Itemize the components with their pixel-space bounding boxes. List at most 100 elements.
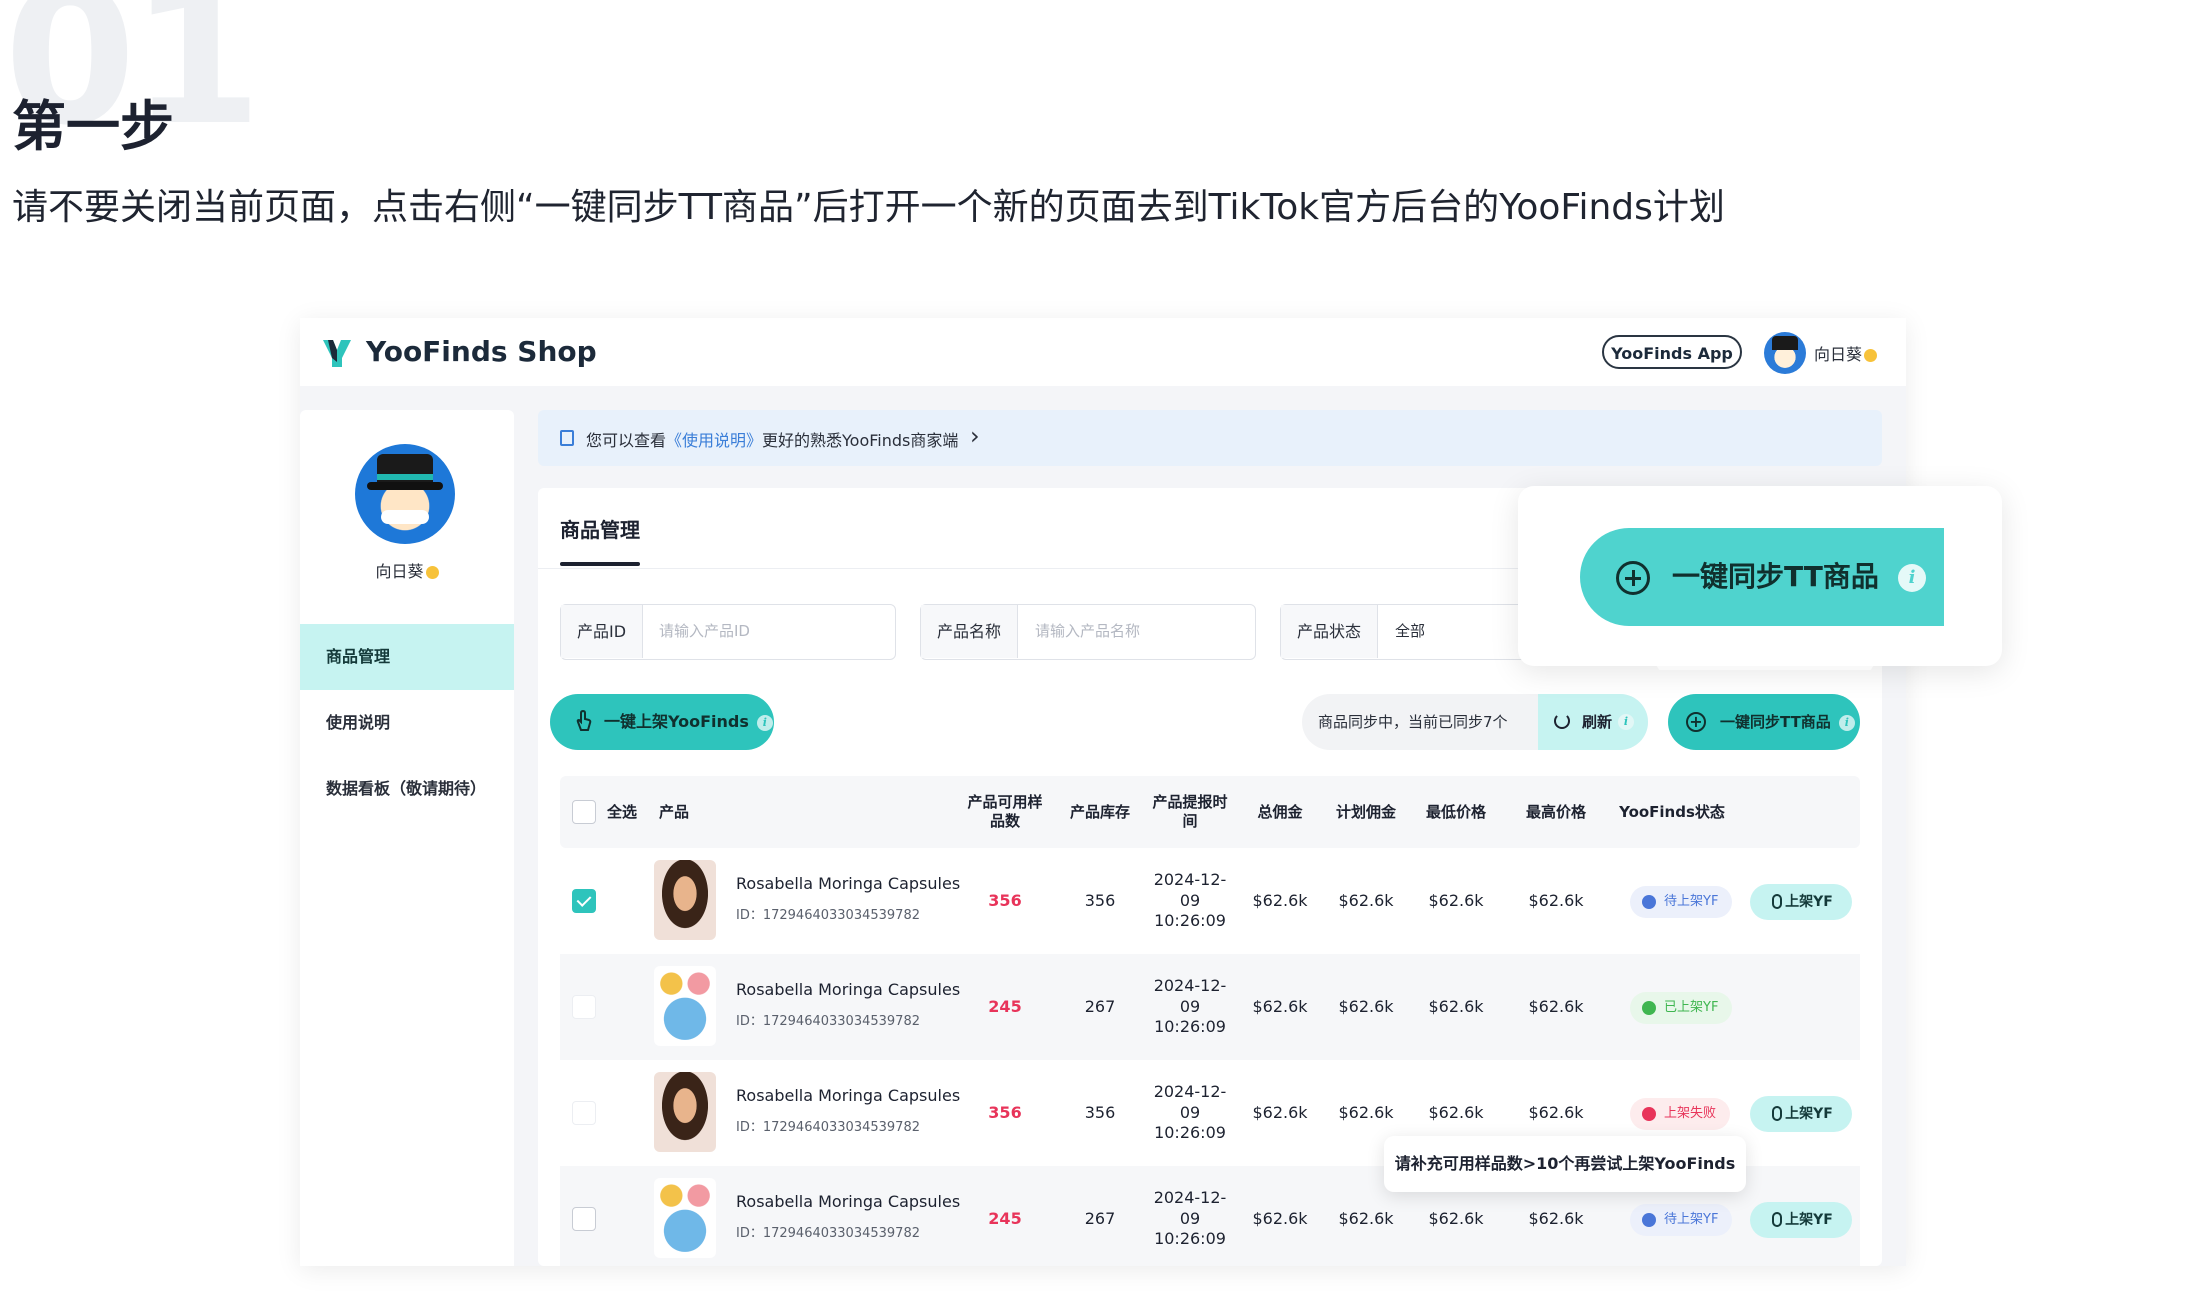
table-row[interactable]: Rosabella Moringa Capsules ID：1729464033… bbox=[560, 954, 1860, 1060]
chevron-right-icon[interactable]: › bbox=[970, 422, 980, 450]
submit-time: 2024-12-09 10:26:09 bbox=[1153, 1187, 1227, 1249]
sync-status-pill: 商品同步中，当前已同步7个 刷新 i bbox=[1302, 694, 1648, 750]
tab-product-management[interactable]: 商品管理 bbox=[560, 514, 640, 543]
yoofinds-logo-icon bbox=[323, 340, 351, 367]
max-price: $62.6k bbox=[1528, 996, 1584, 1016]
document-icon bbox=[560, 430, 574, 446]
product-id: ID：1729464033034539782 bbox=[736, 1014, 920, 1029]
header-status: YooFinds状态 bbox=[1619, 802, 1725, 821]
sunflower-emoji-icon bbox=[425, 566, 439, 579]
plus-circle-icon bbox=[1616, 561, 1650, 595]
row-checkbox[interactable] bbox=[572, 889, 596, 913]
header-plan-commission: 计划佣金 bbox=[1335, 802, 1396, 821]
product-thumbnail bbox=[654, 860, 716, 940]
table-row[interactable]: Rosabella Moringa Capsules ID：1729464033… bbox=[560, 848, 1860, 954]
plan-commission: $62.6k bbox=[1338, 996, 1394, 1016]
submit-time: 2024-12-09 10:26:09 bbox=[1153, 869, 1227, 931]
status-badge: 待上架YF bbox=[1630, 886, 1733, 918]
spotlight-sync-button[interactable]: 一键同步TT商品 i bbox=[1580, 528, 1944, 626]
product-thumbnail bbox=[654, 1178, 716, 1258]
sync-tt-products-button[interactable]: + 一键同步TT商品 i bbox=[1668, 694, 1860, 750]
user-name[interactable]: 向日葵 bbox=[1814, 341, 1878, 365]
info-icon[interactable]: i bbox=[1618, 714, 1634, 730]
top-bar: YooFinds Shop YooFinds App 向日葵 bbox=[300, 318, 1906, 386]
submit-time: 2024-12-09 10:26:09 bbox=[1153, 1081, 1227, 1143]
refresh-button[interactable]: 刷新 i bbox=[1538, 694, 1648, 750]
product-name: Rosabella Moringa Capsules bbox=[736, 874, 961, 893]
refresh-icon bbox=[1554, 713, 1570, 729]
product-name-input[interactable]: 请输入产品名称 bbox=[1035, 605, 1140, 658]
total-commission: $62.6k bbox=[1252, 1208, 1308, 1228]
info-icon[interactable]: i bbox=[1898, 564, 1926, 592]
info-icon[interactable]: i bbox=[756, 714, 773, 731]
stock: 356 bbox=[1084, 890, 1116, 910]
sunflower-emoji-icon bbox=[1864, 349, 1878, 362]
product-id-field[interactable]: 产品ID 请输入产品ID bbox=[560, 604, 896, 660]
list-all-yoofinds-button[interactable]: 一键上架YooFinds i bbox=[550, 694, 774, 750]
product-thumbnail bbox=[654, 966, 716, 1046]
tab-underline bbox=[560, 562, 640, 566]
step-description: 请不要关闭当前页面，点击右侧“一键同步TT商品”后打开一个新的页面去到TikTo… bbox=[12, 187, 1725, 228]
yoofinds-app-button[interactable]: YooFinds App bbox=[1602, 335, 1742, 369]
product-status-value: 全部 bbox=[1395, 622, 1426, 640]
row-checkbox[interactable] bbox=[572, 1101, 596, 1125]
sidebar-item-product-management[interactable]: 商品管理 bbox=[300, 624, 514, 690]
plan-commission: $62.6k bbox=[1338, 890, 1394, 910]
sidebar-item-dashboard[interactable]: 数据看板（敬请期待） bbox=[300, 756, 514, 822]
pointer-hand-icon bbox=[576, 710, 592, 731]
samples-tooltip: 请补充可用样品数>10个再尝试上架YooFinds bbox=[1384, 1136, 1746, 1192]
header-select-all: 全选 bbox=[606, 802, 637, 821]
stock: 267 bbox=[1084, 996, 1116, 1016]
product-name: Rosabella Moringa Capsules bbox=[736, 1086, 961, 1105]
total-commission: $62.6k bbox=[1252, 1102, 1308, 1122]
product-id-label: 产品ID bbox=[561, 605, 644, 658]
total-commission: $62.6k bbox=[1252, 890, 1308, 910]
min-price: $62.6k bbox=[1428, 996, 1484, 1016]
header-max-price: 最高价格 bbox=[1525, 802, 1586, 821]
profile-name: 向日葵 bbox=[300, 558, 514, 582]
stock: 356 bbox=[1084, 1102, 1116, 1122]
product-id-input[interactable]: 请输入产品ID bbox=[659, 605, 750, 658]
banner-prefix: 您可以查看 bbox=[586, 431, 667, 450]
list-yf-button[interactable]: 上架YF bbox=[1750, 884, 1852, 920]
plus-circle-icon: + bbox=[1686, 712, 1706, 732]
info-icon[interactable]: i bbox=[1838, 714, 1855, 731]
header-submit-time: 产品提报时间 bbox=[1152, 793, 1228, 830]
product-name-field[interactable]: 产品名称 请输入产品名称 bbox=[920, 604, 1256, 660]
available-samples: 356 bbox=[988, 890, 1022, 910]
brand-name: YooFinds Shop bbox=[366, 335, 597, 368]
status-badge[interactable]: 上架失败 bbox=[1630, 1098, 1731, 1130]
table-header: 全选 产品 产品可用样品数 产品库存 产品提报时间 总佣金 计划佣金 最低价格 … bbox=[560, 776, 1860, 848]
max-price: $62.6k bbox=[1528, 890, 1584, 910]
row-checkbox[interactable] bbox=[572, 1207, 596, 1231]
step-title: 第一步 bbox=[12, 95, 174, 158]
product-id: ID：1729464033034539782 bbox=[736, 1226, 920, 1241]
product-status-label: 产品状态 bbox=[1281, 605, 1379, 658]
product-thumbnail bbox=[654, 1072, 716, 1152]
product-name-label: 产品名称 bbox=[921, 605, 1019, 658]
min-price: $62.6k bbox=[1428, 890, 1484, 910]
row-checkbox[interactable] bbox=[572, 995, 596, 1019]
banner-suffix: 更好的熟悉YooFinds商家端 bbox=[762, 431, 959, 450]
profile-avatar bbox=[355, 444, 455, 544]
app-window: YooFinds Shop YooFinds App 向日葵 向日葵 商品管理 … bbox=[300, 318, 1906, 1266]
list-yf-button[interactable]: 上架YF bbox=[1750, 1096, 1852, 1132]
total-commission: $62.6k bbox=[1252, 996, 1308, 1016]
spotlight-fade bbox=[1626, 620, 1904, 670]
instructions-link[interactable]: 《使用说明》 bbox=[666, 431, 762, 450]
sync-status-text: 商品同步中，当前已同步7个 bbox=[1318, 713, 1508, 731]
select-all-checkbox[interactable] bbox=[572, 800, 596, 824]
header-stock: 产品库存 bbox=[1069, 802, 1130, 821]
status-badge: 已上架YF bbox=[1630, 992, 1733, 1024]
available-samples: 245 bbox=[988, 996, 1022, 1016]
sidebar-item-instructions[interactable]: 使用说明 bbox=[300, 690, 514, 756]
user-avatar[interactable] bbox=[1764, 332, 1806, 374]
header-available-samples: 产品可用样品数 bbox=[967, 793, 1043, 830]
help-banner[interactable]: 您可以查看《使用说明》更好的熟悉YooFinds商家端 › bbox=[538, 410, 1882, 466]
header-product: 产品 bbox=[658, 802, 689, 821]
status-badge: 待上架YF bbox=[1630, 1204, 1733, 1236]
list-yf-button[interactable]: 上架YF bbox=[1750, 1202, 1852, 1238]
product-id: ID：1729464033034539782 bbox=[736, 908, 920, 923]
available-samples: 356 bbox=[988, 1102, 1022, 1122]
sidebar: 向日葵 商品管理 使用说明 数据看板（敬请期待） bbox=[300, 410, 514, 1266]
